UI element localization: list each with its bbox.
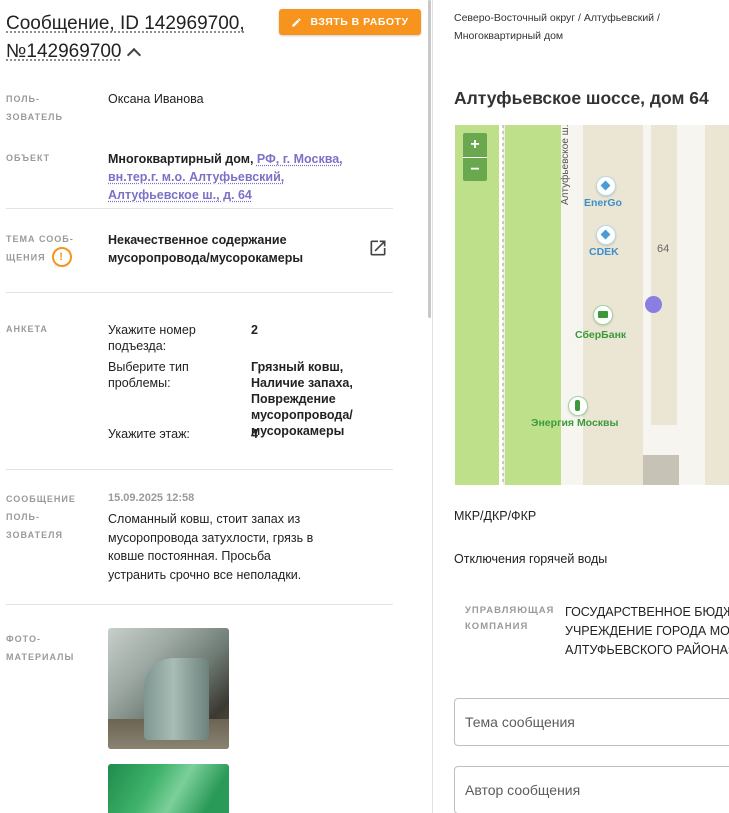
object-address-title: Алтуфьевское шоссе, дом 64 xyxy=(454,88,709,108)
message-label: СООБЩЕНИЕ ПОЛЬ-ЗОВАТЕЛЯ xyxy=(6,494,76,540)
map-base xyxy=(455,125,729,485)
external-link-icon[interactable] xyxy=(368,238,388,258)
map-location-marker[interactable] xyxy=(645,296,662,313)
energo-poi-icon[interactable] xyxy=(596,176,616,196)
take-to-work-button[interactable]: ВЗЯТЬ В РАБОТУ xyxy=(279,9,421,35)
breadcrumb: Северо-Восточный округ / Алтуфьевский / … xyxy=(454,12,660,42)
cdek-poi-icon[interactable] xyxy=(596,225,616,245)
survey-question: Укажите номер подъезда: xyxy=(108,323,196,353)
chevron-up-icon[interactable] xyxy=(127,47,142,63)
management-company-line: АЛТУФЬЕВСКОГО РАЙОНА» xyxy=(565,643,729,657)
panel-divider xyxy=(432,0,433,813)
map-zoom-in-button[interactable]: + xyxy=(463,133,487,157)
warning-icon: ! xyxy=(51,247,72,267)
photo-thumbnail[interactable] xyxy=(108,764,229,813)
map-zoom-out-button[interactable]: − xyxy=(463,157,487,181)
map-poi-label: CDEK xyxy=(589,246,619,258)
title-line-2: №142969700 xyxy=(6,41,122,62)
survey-question: Укажите этаж: xyxy=(108,427,190,441)
topic-label: ТЕМА СООБ-ЩЕНИЯ! xyxy=(6,230,78,268)
hot-water-section[interactable]: Отключения горячей воды xyxy=(454,552,607,566)
title-line-1: Сообщение, ID 142969700, xyxy=(6,13,245,34)
survey-answer: 2 xyxy=(251,323,258,337)
management-company-line: УЧРЕЖДЕНИЕ ГОРОДА МОС xyxy=(565,624,729,638)
energy-poi-icon[interactable] xyxy=(568,396,588,416)
page-title[interactable]: Сообщение, ID 142969700, №142969700 xyxy=(6,10,271,66)
divider xyxy=(6,208,393,209)
survey-answer: 4 xyxy=(251,427,258,441)
map-poi-label: Энергия Москвы xyxy=(531,417,619,429)
management-company-line: ГОСУДАРСТВЕННОЕ БЮДЖЕ xyxy=(565,605,729,619)
mkr-section[interactable]: МКР/ДКР/ФКР xyxy=(454,509,536,523)
message-topic-input[interactable] xyxy=(454,698,729,746)
photo-chute xyxy=(144,658,209,740)
map-poi-label: СберБанк xyxy=(575,329,627,341)
bank-poi-icon[interactable] xyxy=(593,305,613,325)
map-street-label: Алтуфьевское ш. xyxy=(560,125,571,205)
map-poi-label: EnerGo xyxy=(584,197,622,209)
message-date: 15.09.2025 12:58 xyxy=(108,492,195,504)
message-author-input[interactable] xyxy=(454,766,729,813)
pencil-icon xyxy=(292,17,302,27)
object-label: ОБЪЕКТ xyxy=(6,153,51,163)
management-company-label: УПРАВЛЯЮЩАЯ КОМПАНИЯ xyxy=(465,605,555,632)
management-company-value: ГОСУДАРСТВЕННОЕ БЮДЖЕ УЧРЕЖДЕНИЕ ГОРОДА … xyxy=(565,603,729,660)
photos-label: ФОТО-МАТЕРИАЛЫ xyxy=(6,634,75,662)
divider xyxy=(6,604,393,605)
map-house-number: 64 xyxy=(657,243,670,255)
user-value: Оксана Иванова xyxy=(108,92,204,106)
user-label: ПОЛЬ-ЗОВАТЕЛЬ xyxy=(6,94,63,122)
object-value: Многоквартирный дом, РФ, г. Москва, вн.т… xyxy=(108,150,373,204)
map-zoom-control: + − xyxy=(463,133,487,181)
message-text: Сломанный ковш, стоит запах из мусоропро… xyxy=(108,512,314,582)
survey-label: АНКЕТА xyxy=(6,324,48,334)
object-type: Многоквартирный дом, xyxy=(108,152,254,166)
survey-question: Выберите тип проблемы: xyxy=(108,360,189,390)
take-to-work-label: ВЗЯТЬ В РАБОТУ xyxy=(310,16,409,28)
object-panel: Северо-Восточный округ / Алтуфьевский / … xyxy=(434,0,729,813)
photo-thumbnail[interactable] xyxy=(108,628,229,749)
scrollbar-thumb[interactable] xyxy=(428,0,431,318)
divider xyxy=(6,292,393,293)
map[interactable]: + − Алтуфьевское ш. 64 EnerGo CDEK СберБ… xyxy=(455,125,729,485)
topic-value: Некачественное содержание мусоропровода/… xyxy=(108,233,304,265)
divider xyxy=(6,469,393,470)
message-panel: Сообщение, ID 142969700, №142969700 ВЗЯТ… xyxy=(0,0,430,813)
